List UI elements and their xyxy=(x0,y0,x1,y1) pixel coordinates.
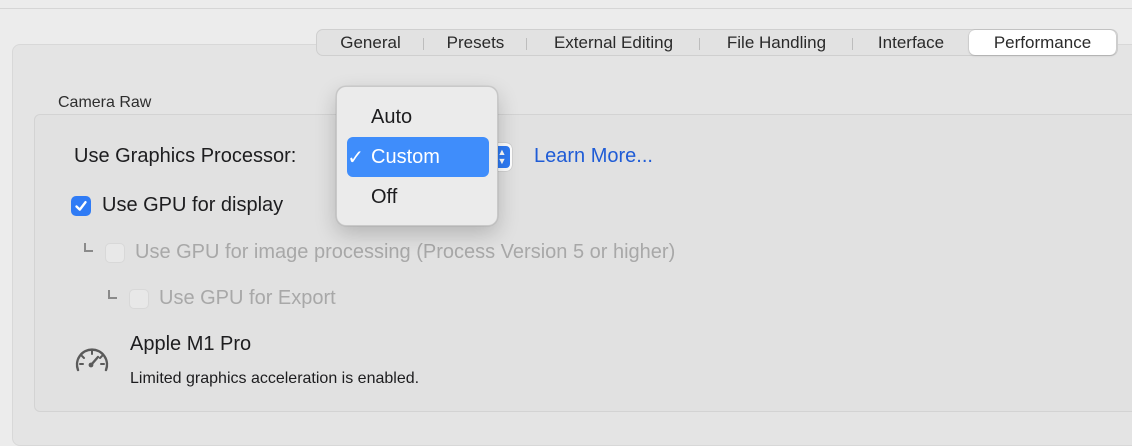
tab-presets-label: Presets xyxy=(446,32,505,52)
use-gpu-export-checkbox[interactable] xyxy=(129,288,149,309)
menu-item-auto[interactable]: Auto xyxy=(347,97,489,137)
tab-file-handling-label: File Handling xyxy=(726,32,827,52)
menu-item-custom[interactable]: ✓ Custom xyxy=(347,137,489,177)
tab-interface[interactable]: Interface xyxy=(853,30,969,55)
use-gpu-export-row: Use GPU for Export xyxy=(129,287,336,310)
tree-indent-marker xyxy=(108,290,117,299)
tab-interface-label: Interface xyxy=(877,32,945,52)
menu-item-custom-label: Custom xyxy=(371,145,440,168)
tab-presets[interactable]: Presets xyxy=(424,30,527,55)
menu-item-off-label: Off xyxy=(371,185,398,208)
tab-external-editing-label: External Editing xyxy=(553,32,674,52)
window-top-divider xyxy=(0,8,1132,9)
gpu-status-text: Limited graphics acceleration is enabled… xyxy=(130,370,420,387)
use-gpu-image-processing-row: Use GPU for image processing (Process Ve… xyxy=(105,241,675,264)
use-gpu-display-row: Use GPU for display xyxy=(71,194,283,217)
menu-item-auto-label: Auto xyxy=(371,105,413,128)
graphics-processor-dropdown-menu: Auto ✓ Custom Off xyxy=(336,86,498,226)
use-gpu-image-processing-checkbox[interactable] xyxy=(105,242,125,263)
use-gpu-image-processing-label: Use GPU for image processing (Process Ve… xyxy=(135,241,676,263)
use-gpu-display-checkbox[interactable] xyxy=(71,195,91,216)
learn-more-link[interactable]: Learn More... xyxy=(534,145,653,168)
gauge-icon xyxy=(75,348,109,372)
checkmark-icon xyxy=(75,200,87,211)
tab-file-handling[interactable]: File Handling xyxy=(700,30,853,55)
checkmark-icon: ✓ xyxy=(347,146,364,169)
tab-performance-label: Performance xyxy=(993,32,1092,52)
use-gpu-export-label: Use GPU for Export xyxy=(159,287,336,309)
tab-external-editing[interactable]: External Editing xyxy=(527,30,700,55)
tree-indent-marker xyxy=(84,243,93,252)
tab-general-label: General xyxy=(340,32,401,52)
camera-raw-group-label: Camera Raw xyxy=(58,94,152,111)
use-gpu-display-label: Use GPU for display xyxy=(102,194,284,216)
preferences-tab-bar: General Presets External Editing File Ha… xyxy=(316,29,1118,56)
tab-performance[interactable]: Performance xyxy=(969,30,1116,55)
gpu-name: Apple M1 Pro xyxy=(130,333,252,355)
menu-item-off[interactable]: Off xyxy=(347,177,489,217)
tab-general[interactable]: General xyxy=(317,30,424,55)
graphics-processor-label: Use Graphics Processor: xyxy=(74,145,297,167)
